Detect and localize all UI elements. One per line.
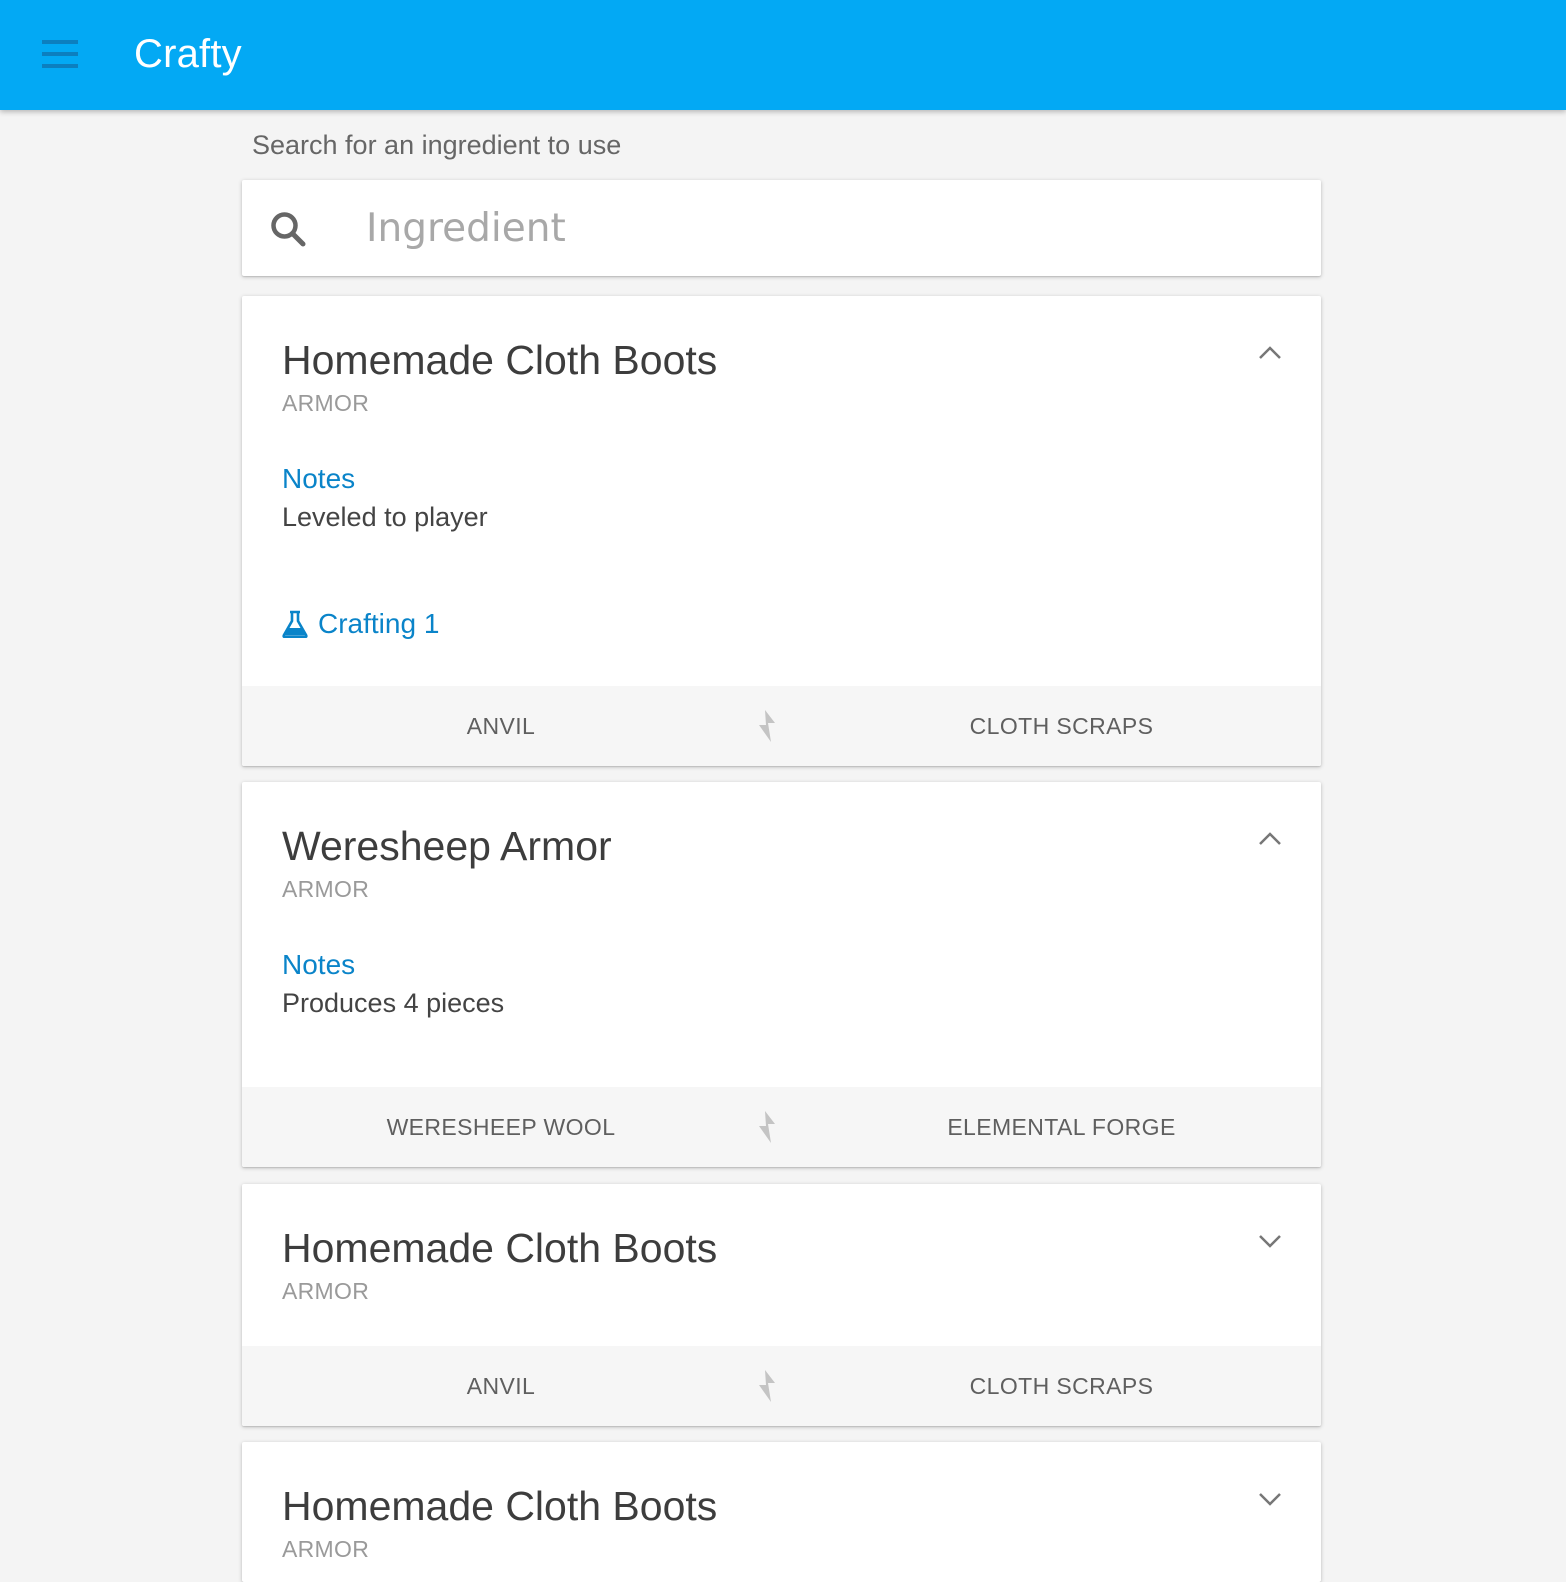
- flask-icon: [282, 610, 308, 638]
- bolt-icon: [759, 1370, 775, 1402]
- crafting-link[interactable]: Crafting 1: [282, 604, 439, 644]
- ingredient-right[interactable]: CLOTH SCRAPS: [802, 686, 1321, 766]
- card-footer: ANVIL CLOTH SCRAPS: [242, 686, 1321, 766]
- app-bar: Crafty: [0, 0, 1566, 110]
- notes-label: Notes: [282, 463, 356, 494]
- recipe-category: ARMOR: [282, 876, 370, 902]
- card-footer: WERESHEEP WOOL ELEMENTAL FORGE: [242, 1087, 1321, 1167]
- main-content: Search for an ingredient to use Homemade…: [242, 110, 1321, 1582]
- notes-text: Produces 4 pieces: [282, 988, 505, 1018]
- chevron-up-icon[interactable]: [1255, 338, 1285, 368]
- recipe-category: ARMOR: [282, 1278, 370, 1304]
- recipe-title: Homemade Cloth Boots: [282, 1483, 718, 1529]
- ingredient-search-input[interactable]: [366, 198, 1286, 258]
- chevron-up-icon[interactable]: [1255, 824, 1285, 854]
- notes-text: Leveled to player: [282, 502, 488, 532]
- chevron-down-icon[interactable]: [1255, 1226, 1285, 1256]
- hamburger-icon: [42, 40, 78, 68]
- search-icon: [271, 212, 306, 247]
- recipe-category: ARMOR: [282, 390, 370, 416]
- bolt-icon: [759, 710, 775, 742]
- ingredient-left[interactable]: ANVIL: [242, 686, 760, 766]
- ingredient-right[interactable]: ELEMENTAL FORGE: [802, 1087, 1321, 1167]
- recipe-title: Weresheep Armor: [282, 823, 612, 869]
- recipe-card: Homemade Cloth Boots ARMOR Notes Leveled…: [242, 296, 1321, 766]
- ingredient-left[interactable]: WERESHEEP WOOL: [242, 1087, 760, 1167]
- ingredient-right[interactable]: CLOTH SCRAPS: [802, 1346, 1321, 1426]
- recipe-title: Homemade Cloth Boots: [282, 1225, 718, 1271]
- recipe-card: Weresheep Armor ARMOR Notes Produces 4 p…: [242, 782, 1321, 1167]
- search-label: Search for an ingredient to use: [252, 130, 622, 160]
- card-footer: ANVIL CLOTH SCRAPS: [242, 1346, 1321, 1426]
- bolt-icon: [759, 1111, 775, 1143]
- menu-button[interactable]: [30, 28, 90, 80]
- recipe-card: Homemade Cloth Boots ARMOR ANVIL CLOTH S…: [242, 1184, 1321, 1426]
- search-card: [242, 180, 1321, 276]
- ingredient-left[interactable]: ANVIL: [242, 1346, 760, 1426]
- notes-label: Notes: [282, 949, 356, 980]
- recipe-card: Homemade Cloth Boots ARMOR: [242, 1442, 1321, 1582]
- recipe-title: Homemade Cloth Boots: [282, 337, 718, 383]
- chevron-down-icon[interactable]: [1255, 1484, 1285, 1514]
- app-title: Crafty: [134, 32, 242, 76]
- crafting-label: Crafting 1: [318, 608, 440, 639]
